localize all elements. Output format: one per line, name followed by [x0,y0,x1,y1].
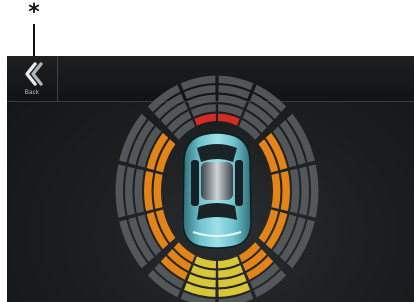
sensor-segment-right-middle-level-2 [280,170,290,212]
sensor-segment-right-middle-level-5 [308,164,319,218]
sensor-segment-front-left-inner-level-1 [194,113,217,126]
car-top-view-icon [182,132,252,249]
sensor-segment-right-middle-level-3 [289,168,300,214]
sensor-segment-left-middle-level-1 [153,173,163,209]
sensor-segment-left-middle-level-5 [115,164,126,218]
sensor-segment-left-middle-level-2 [144,170,154,212]
callout-marker: * [26,2,42,60]
sensor-segment-front-right-inner-level-1 [217,113,240,126]
sensor-segment-left-middle-level-3 [134,168,145,214]
sensor-segment-right-middle-level-4 [299,166,309,216]
sensor-segment-right-middle-level-1 [271,173,281,209]
sensor-segment-left-middle-level-4 [125,166,135,216]
callout-line [33,24,35,60]
parking-sensor-screen: Back [7,56,414,302]
sensor-segment-rear-left-inner-level-1 [217,256,240,269]
parking-sensor-display [115,75,319,302]
sensor-segment-rear-right-inner-level-1 [194,256,217,269]
callout-asterisk: * [28,0,40,25]
